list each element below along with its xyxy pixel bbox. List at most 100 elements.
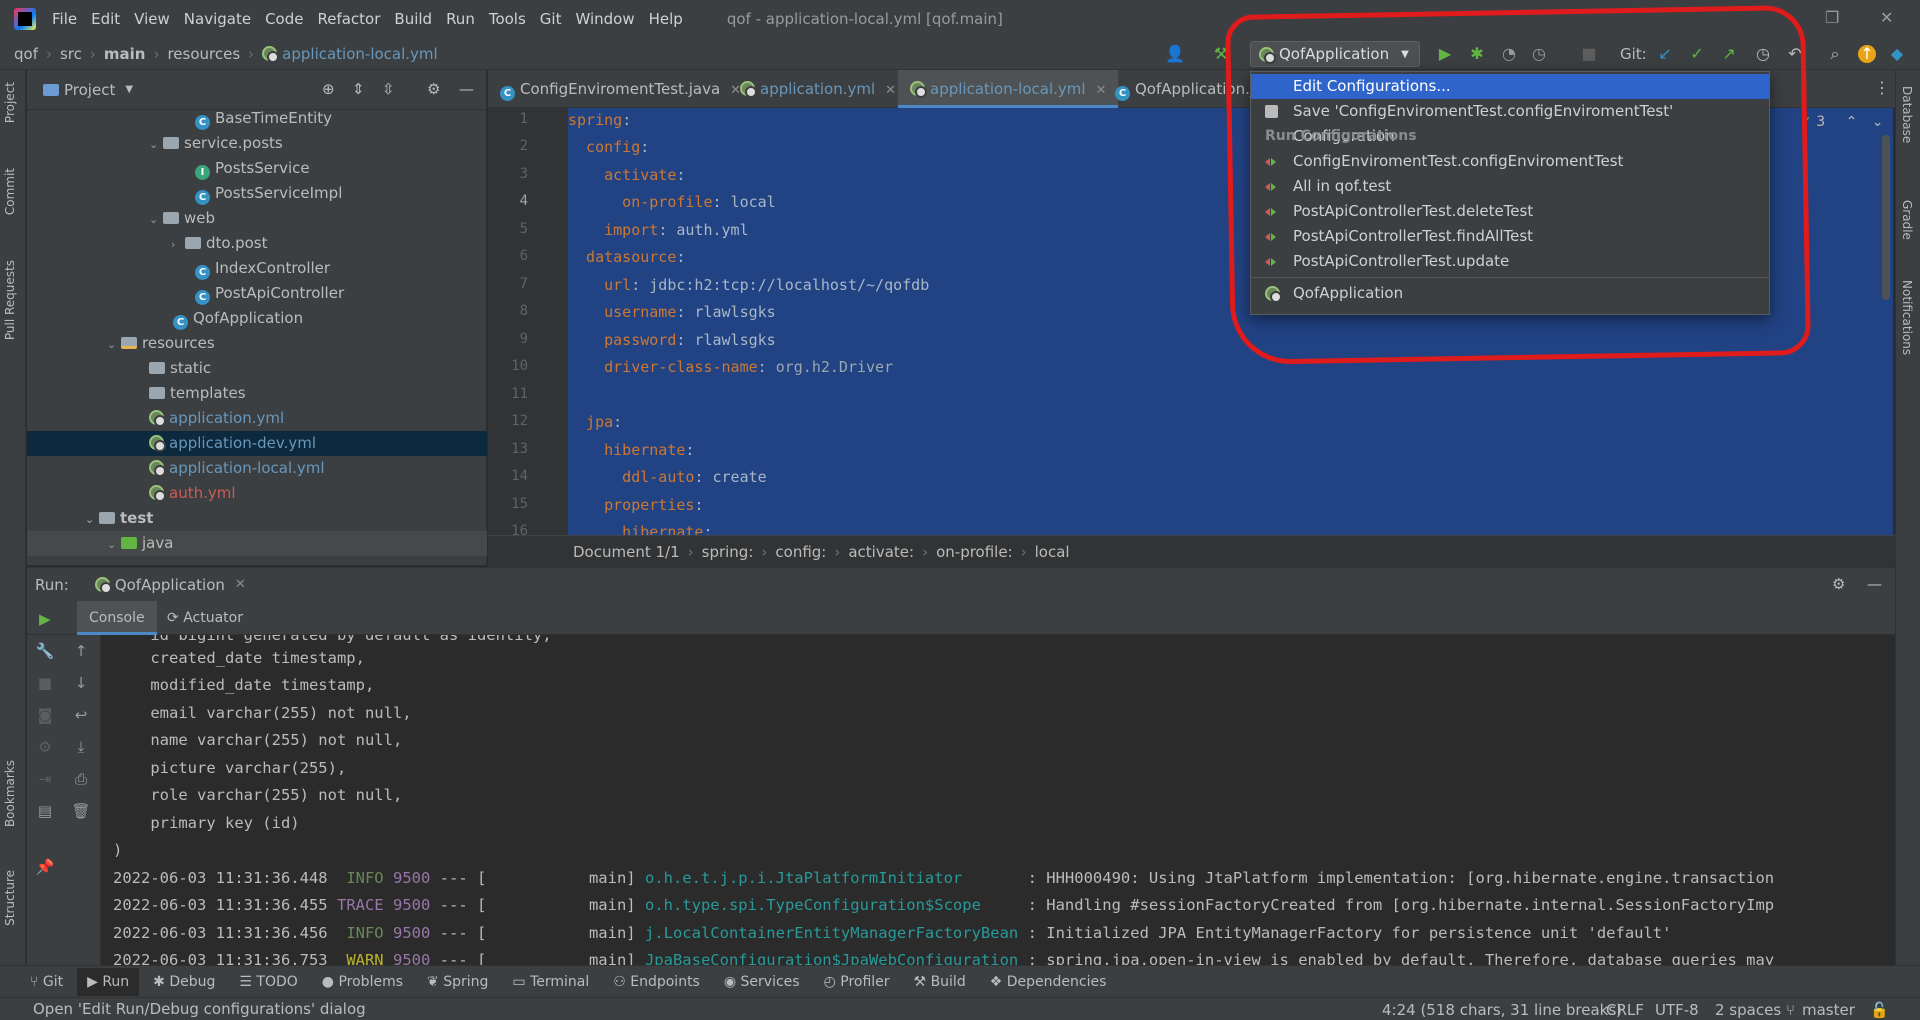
close-icon[interactable]: ✕	[885, 83, 896, 98]
code-with-me-icon[interactable]: ◆	[1888, 45, 1906, 63]
lock-icon[interactable]: 🔓	[1870, 1001, 1889, 1019]
tool-tab-build[interactable]: ⚒ Build	[914, 974, 966, 990]
tree-item[interactable]: ⌄ test	[27, 506, 487, 531]
tree-item[interactable]: ⌄ service.posts	[27, 131, 487, 156]
pin-icon[interactable]: 📌	[35, 857, 55, 877]
rerun-icon[interactable]: ▶	[39, 610, 51, 628]
crumb-src[interactable]: src	[60, 45, 82, 63]
tool-tab-pull-requests[interactable]: Pull Requests	[3, 260, 17, 340]
chevron-up-icon[interactable]: ⌃	[1846, 114, 1858, 130]
trash-icon[interactable]: 🗑	[71, 801, 91, 821]
caret-position[interactable]: 4:24 (518 chars, 31 line breaks)	[1382, 1001, 1622, 1019]
layout-icon[interactable]: ▤	[35, 801, 55, 821]
menu-view[interactable]: View	[134, 10, 170, 28]
tree-item[interactable]: application.yml	[27, 406, 487, 431]
indent-setting[interactable]: 2 spaces	[1715, 1001, 1781, 1019]
tool-tab-structure[interactable]: Structure	[3, 870, 17, 926]
menu-run[interactable]: Run	[446, 10, 475, 28]
chevron-right-icon[interactable]: ›	[171, 232, 185, 257]
chevron-down-icon[interactable]: ⌄	[85, 507, 99, 532]
close-window-icon[interactable]: ✕	[1880, 8, 1893, 27]
chevron-down-icon[interactable]: ⌄	[1872, 114, 1884, 130]
tree-item[interactable]: C BaseTimeEntity	[27, 106, 487, 131]
breadcrumb-item[interactable]: on-profile:	[936, 543, 1013, 561]
stop-icon[interactable]: ■	[35, 673, 55, 693]
tab-console[interactable]: Console	[77, 601, 157, 635]
tool-tab-project[interactable]: Project	[3, 82, 17, 123]
menu-refactor[interactable]: Refactor	[317, 10, 380, 28]
chevron-down-icon[interactable]: ⌄	[149, 132, 163, 157]
crumb-main[interactable]: main	[104, 45, 146, 63]
close-icon[interactable]: ✕	[235, 577, 246, 592]
menu-build[interactable]: Build	[394, 10, 432, 28]
breadcrumb-item[interactable]: activate:	[848, 543, 914, 561]
tool-tab-debug[interactable]: ✱ Debug	[153, 974, 215, 990]
tree-item[interactable]: › dto.post	[27, 231, 487, 256]
camera-icon[interactable]: ◙	[35, 705, 55, 725]
tool-tab-spring[interactable]: ❦ Spring	[427, 974, 488, 990]
line-separator[interactable]: CRLF	[1606, 1001, 1644, 1019]
tab-config-enviroment-test[interactable]: C ConfigEnviromentTest.java ✕	[488, 70, 753, 108]
menu-tools[interactable]: Tools	[489, 10, 526, 28]
collapse-all-icon[interactable]: ⇳	[382, 80, 395, 98]
inspection-widget[interactable]: ✓ 3 ⌃ ⌄	[1800, 114, 1883, 130]
settings-icon[interactable]: ⚙	[35, 737, 55, 757]
tree-item[interactable]: C IndexController	[27, 256, 487, 281]
tree-item[interactable]: C QofApplication	[27, 306, 487, 331]
tool-tab-commit[interactable]: Commit	[3, 168, 17, 215]
editor-scrollbar[interactable]	[1882, 135, 1890, 300]
git-branch[interactable]: master	[1802, 1001, 1855, 1019]
menu-window[interactable]: Window	[575, 10, 634, 28]
search-icon[interactable]: ⌕	[1826, 45, 1844, 63]
menu-help[interactable]: Help	[649, 10, 683, 28]
tool-tab-services[interactable]: ◉ Services	[724, 974, 800, 990]
scroll-to-end-icon[interactable]: ⤓	[71, 737, 91, 757]
tool-tab-todo[interactable]: ☰ TODO	[239, 974, 297, 990]
menu-git[interactable]: Git	[540, 10, 562, 28]
tool-tab-notifications[interactable]: Notifications	[1900, 280, 1914, 355]
tab-application-yml[interactable]: application.yml ✕	[728, 70, 908, 108]
menu-file[interactable]: File	[52, 10, 77, 28]
tree-item[interactable]: I PostsService	[27, 156, 487, 181]
breadcrumb-item[interactable]: config:	[775, 543, 826, 561]
tool-tab-dependencies[interactable]: ❖ Dependencies	[990, 974, 1107, 990]
minimize-icon[interactable]: —	[459, 80, 474, 98]
file-encoding[interactable]: UTF-8	[1655, 1001, 1699, 1019]
menu-edit[interactable]: Edit	[91, 10, 120, 28]
tree-item[interactable]: static	[27, 356, 487, 381]
soft-wrap-icon[interactable]: ↩	[71, 705, 91, 725]
menu-navigate[interactable]: Navigate	[184, 10, 251, 28]
update-icon[interactable]: ↑	[1858, 45, 1876, 63]
up-arrow-icon[interactable]: ↑	[71, 641, 91, 661]
chevron-down-icon[interactable]: ▼	[125, 84, 133, 95]
minimize-icon[interactable]: —	[1867, 575, 1882, 593]
breadcrumb-item[interactable]: Document 1/1	[573, 543, 680, 561]
tab-application-local-yml[interactable]: application-local.yml ✕	[898, 70, 1119, 108]
run-config-tab[interactable]: QofApplication	[115, 576, 225, 594]
tree-item[interactable]: templates	[27, 381, 487, 406]
tree-item[interactable]: ⌄ java	[27, 531, 487, 556]
tool-tab-terminal[interactable]: ▭ Terminal	[512, 974, 589, 990]
chevron-down-icon[interactable]: ⌄	[107, 532, 121, 557]
tree-item[interactable]: C PostsServiceImpl	[27, 181, 487, 206]
project-title[interactable]: Project	[64, 81, 115, 99]
console-output[interactable]: id bigint generated by default as identi…	[101, 635, 1895, 965]
tool-tab-profiler[interactable]: ◴ Profiler	[824, 974, 890, 990]
breadcrumb-item[interactable]: local	[1035, 543, 1070, 561]
gear-icon[interactable]: ⚙	[1832, 575, 1845, 593]
tree-item[interactable]: ⌄ web	[27, 206, 487, 231]
tool-tab-run[interactable]: ▶ Run	[77, 967, 140, 996]
crumb-file[interactable]: application-local.yml	[282, 45, 438, 63]
tool-tab-gradle[interactable]: Gradle	[1900, 200, 1914, 240]
locate-icon[interactable]: ⊕	[322, 80, 335, 98]
chevron-down-icon[interactable]: ⌄	[107, 332, 121, 357]
crumb-project[interactable]: qof	[14, 45, 38, 63]
user-icon[interactable]: 👤	[1165, 45, 1185, 63]
tool-tab-endpoints[interactable]: ⚇ Endpoints	[613, 974, 700, 990]
tool-tab-bookmarks[interactable]: Bookmarks	[3, 760, 17, 827]
tree-item[interactable]: ⌄ resources	[27, 331, 487, 356]
tree-item[interactable]: application-local.yml	[27, 456, 487, 481]
crumb-resources[interactable]: resources	[167, 45, 240, 63]
chevron-down-icon[interactable]: ⌄	[149, 207, 163, 232]
tree-item-selected[interactable]: application-dev.yml	[27, 431, 487, 456]
